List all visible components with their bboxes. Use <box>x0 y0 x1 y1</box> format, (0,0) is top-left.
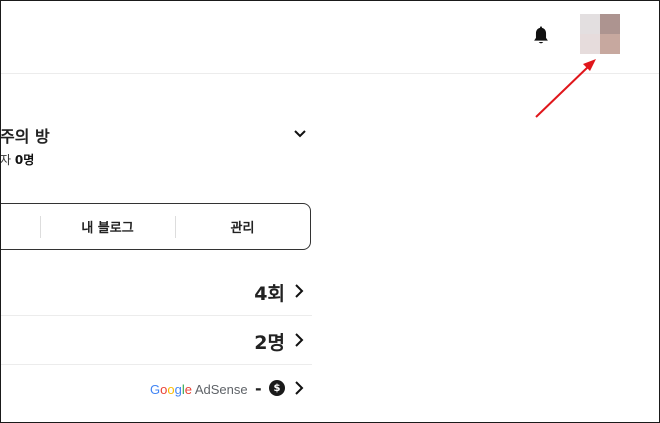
chevron-right-icon <box>295 333 304 347</box>
my-blog-label: 내 블로그 <box>81 221 134 236</box>
manage-button[interactable]: 관리 <box>175 204 310 249</box>
dollar-icon: $ <box>269 380 285 396</box>
subscriber-count: 0명 <box>14 153 35 167</box>
segment-divider <box>40 216 41 238</box>
segment-divider <box>175 216 176 238</box>
subscriber-prefix: 자 <box>0 153 12 167</box>
adsense-value: - <box>255 379 262 398</box>
avatar-pixel <box>580 34 600 54</box>
visits-row[interactable]: 4회 <box>0 268 312 316</box>
avatar-pixel <box>600 34 620 54</box>
subscriber-line: 자 0명 <box>0 151 34 168</box>
annotation-arrow <box>535 59 596 118</box>
google-adsense-logo: Google AdSense <box>150 382 248 397</box>
adsense-row[interactable]: Google AdSense - $ <box>0 365 312 413</box>
avatar-pixel <box>600 14 620 34</box>
subscribers-row[interactable]: 2명 <box>0 317 312 365</box>
my-blog-button[interactable]: 내 블로그 <box>40 204 175 249</box>
chevron-down-icon[interactable] <box>291 125 309 143</box>
button-segment-hidden[interactable] <box>0 204 40 249</box>
visits-value: 4회 <box>254 283 285 305</box>
profile-avatar[interactable] <box>580 14 620 54</box>
blog-panel: 주의 방 자 0명 내 블로그 관리 4회 2명 Google AdSense … <box>0 75 312 423</box>
manage-label: 관리 <box>230 221 255 236</box>
subscribers-value: 2명 <box>254 332 285 354</box>
avatar-pixel <box>580 14 600 34</box>
blog-button-group: 내 블로그 관리 <box>0 203 311 250</box>
blog-title: 주의 방 <box>0 127 50 146</box>
chevron-right-icon <box>295 284 304 298</box>
bell-icon[interactable] <box>530 25 552 47</box>
chevron-right-icon <box>295 381 304 395</box>
